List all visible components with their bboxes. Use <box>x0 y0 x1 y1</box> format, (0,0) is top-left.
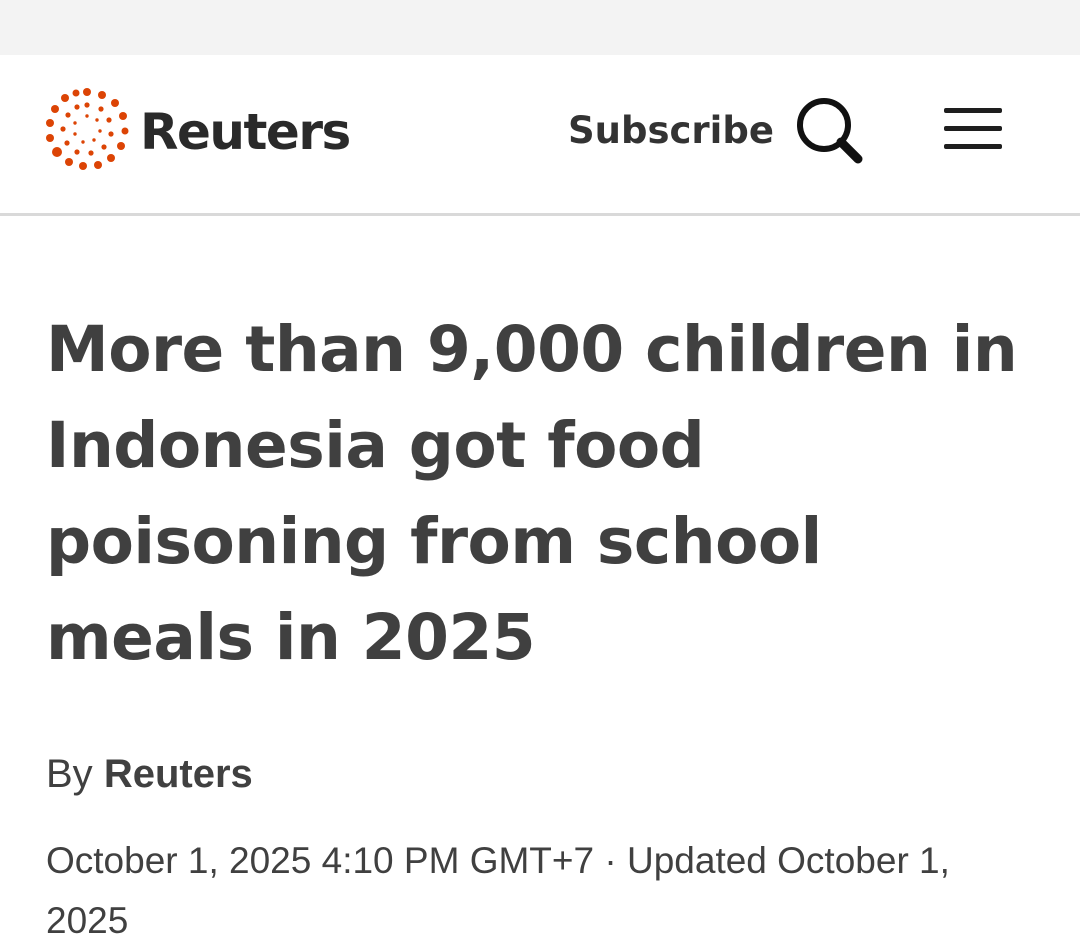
byline-prefix: By <box>46 752 93 796</box>
updated-label: Updated <box>626 840 767 881</box>
subscribe-button[interactable]: Subscribe <box>568 109 774 153</box>
article-headline: More than 9,000 children in Indonesia go… <box>46 313 1018 674</box>
byline: By Reuters <box>46 749 1034 799</box>
status-bar-area <box>0 0 1080 55</box>
published-timestamp: October 1, 2025 4:10 PM GMT+7 <box>46 840 595 881</box>
brand-wordmark[interactable]: Reuters <box>140 102 351 162</box>
reuters-logo-icon[interactable] <box>44 86 130 172</box>
article-header: More than 9,000 children in Indonesia go… <box>0 216 1080 951</box>
dateline: October 1, 2025 4:10 PM GMT+7 · Updated … <box>46 831 1034 951</box>
dateline-separator: · <box>604 840 617 881</box>
byline-author-link[interactable]: Reuters <box>104 752 253 796</box>
hamburger-menu-icon[interactable] <box>944 106 1004 152</box>
site-header: Reuters Subscribe <box>0 55 1080 216</box>
search-icon[interactable] <box>795 96 865 166</box>
